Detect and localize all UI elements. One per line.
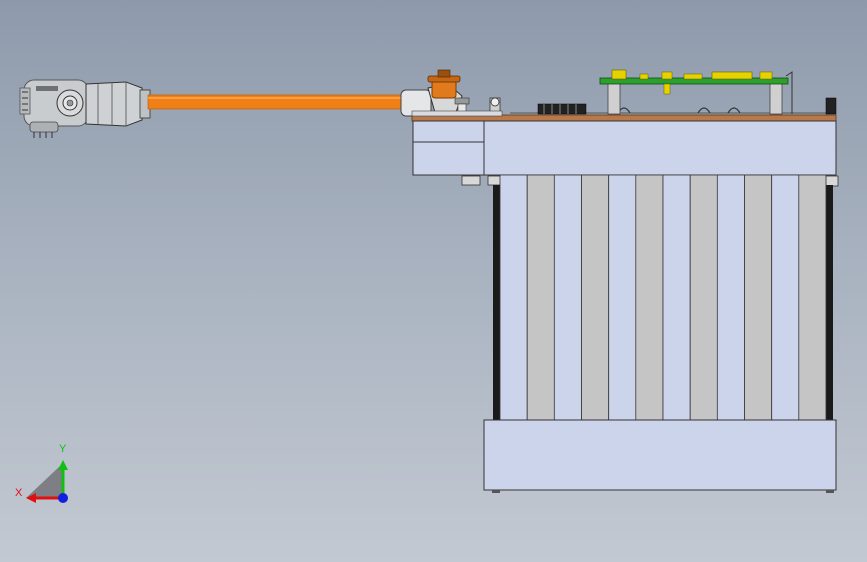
panel-9[interactable] [716,174,745,421]
panel-5[interactable] [608,174,637,421]
threaded-rail-right[interactable] [826,185,833,420]
assembly-drawing[interactable] [0,0,867,562]
z-axis-dot [58,493,68,503]
panel-8[interactable] [689,174,718,421]
panel-12[interactable] [798,174,827,421]
y-axis-label: Y [59,443,67,455]
orange-cable[interactable] [147,94,405,110]
coordinate-triad [26,460,68,503]
panel-6[interactable] [635,174,664,421]
panel-7[interactable] [662,174,691,421]
panel-3[interactable] [553,174,582,421]
panel-array[interactable] [499,174,827,421]
x-axis-label: X [15,487,23,499]
base-block[interactable] [483,419,837,493]
panel-4[interactable] [581,174,610,421]
threaded-rail-left[interactable] [493,185,500,420]
panel-11[interactable] [771,174,800,421]
panel-2[interactable] [526,174,555,421]
panel-1[interactable] [499,174,528,421]
cad-viewport[interactable]: Y X [0,0,867,562]
robot-wrist[interactable] [19,79,151,138]
pcb-board[interactable] [599,69,793,115]
panel-10[interactable] [744,174,773,421]
